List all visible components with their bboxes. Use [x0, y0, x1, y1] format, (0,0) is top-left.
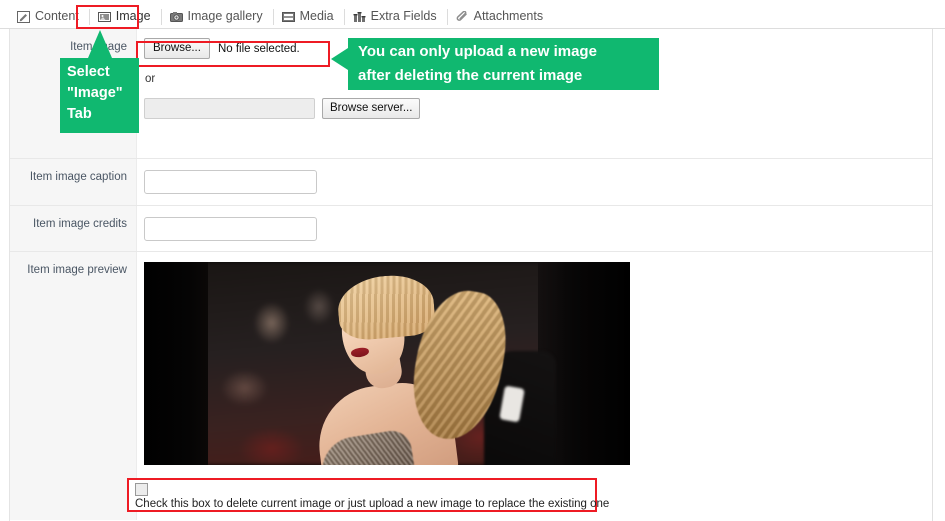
- tab-content[interactable]: Content: [8, 4, 89, 28]
- delete-image-checkbox[interactable]: [135, 483, 148, 496]
- item-image-file-input[interactable]: Browse... No file selected.: [144, 38, 325, 59]
- film-icon: [281, 11, 295, 23]
- annotation-arrow-up-icon: [88, 30, 112, 58]
- annotation-select-image-tab: Select "Image" Tab: [60, 30, 139, 133]
- item-image-credits-label: Item image credits: [10, 206, 137, 251]
- tab-attachments-label: Attachments: [473, 9, 544, 24]
- tab-image[interactable]: Image: [88, 4, 161, 28]
- sliders-icon: [353, 11, 366, 23]
- editor-tab-bar: Content Image Image gallery Media Extra …: [0, 0, 945, 29]
- tab-image-gallery[interactable]: Image gallery: [160, 4, 273, 28]
- tab-extra-fields[interactable]: Extra Fields: [343, 4, 447, 28]
- item-image-caption-field: [137, 159, 932, 205]
- annotation-left-line1: Select: [67, 64, 110, 80]
- image-tab-panel: Item image Browse... No file selected. o…: [9, 29, 933, 521]
- pencil-square-icon: [17, 10, 30, 23]
- tab-image-label: Image: [115, 9, 151, 24]
- item-image-credits-input[interactable]: [144, 217, 317, 241]
- item-image-caption-label: Item image caption: [10, 159, 137, 205]
- item-image-caption-input[interactable]: [144, 170, 317, 194]
- annotation-left-line3: Tab: [67, 106, 92, 122]
- annotation-right-line1: You can only upload a new image: [358, 43, 597, 60]
- item-image-credits-field: [137, 206, 932, 251]
- tab-media-label: Media: [299, 9, 334, 24]
- tab-image-gallery-label: Image gallery: [187, 9, 263, 24]
- preview-photo: [144, 262, 630, 465]
- browse-server-button[interactable]: Browse server...: [322, 98, 421, 119]
- tab-attachments[interactable]: Attachments: [446, 4, 554, 28]
- server-path-input[interactable]: [144, 98, 315, 119]
- item-image-preview-thumbnail: [144, 262, 630, 465]
- tab-extra-fields-label: Extra Fields: [370, 9, 437, 24]
- browse-button[interactable]: Browse...: [144, 38, 210, 59]
- delete-image-description: Check this box to delete current image o…: [135, 498, 610, 510]
- file-status-text: No file selected.: [217, 42, 300, 55]
- paperclip-icon: [456, 10, 469, 23]
- delete-image-control: Check this box to delete current image o…: [127, 478, 610, 512]
- browse-server-row: Browse server...: [144, 98, 932, 119]
- camera-icon: [169, 11, 183, 23]
- annotation-right-line2: after deleting the current image: [358, 67, 583, 84]
- annotation-upload-notice: You can only upload a new image after de…: [331, 38, 659, 90]
- annotation-arrow-left-icon: [331, 48, 348, 70]
- tab-media[interactable]: Media: [272, 4, 344, 28]
- tab-content-label: Content: [35, 9, 79, 24]
- image-icon: [97, 11, 111, 23]
- item-image-preview-label: Item image preview: [10, 252, 137, 520]
- annotation-left-line2: "Image": [67, 85, 123, 101]
- item-image-credits-row: Item image credits: [10, 206, 932, 252]
- item-image-caption-row: Item image caption: [10, 159, 932, 206]
